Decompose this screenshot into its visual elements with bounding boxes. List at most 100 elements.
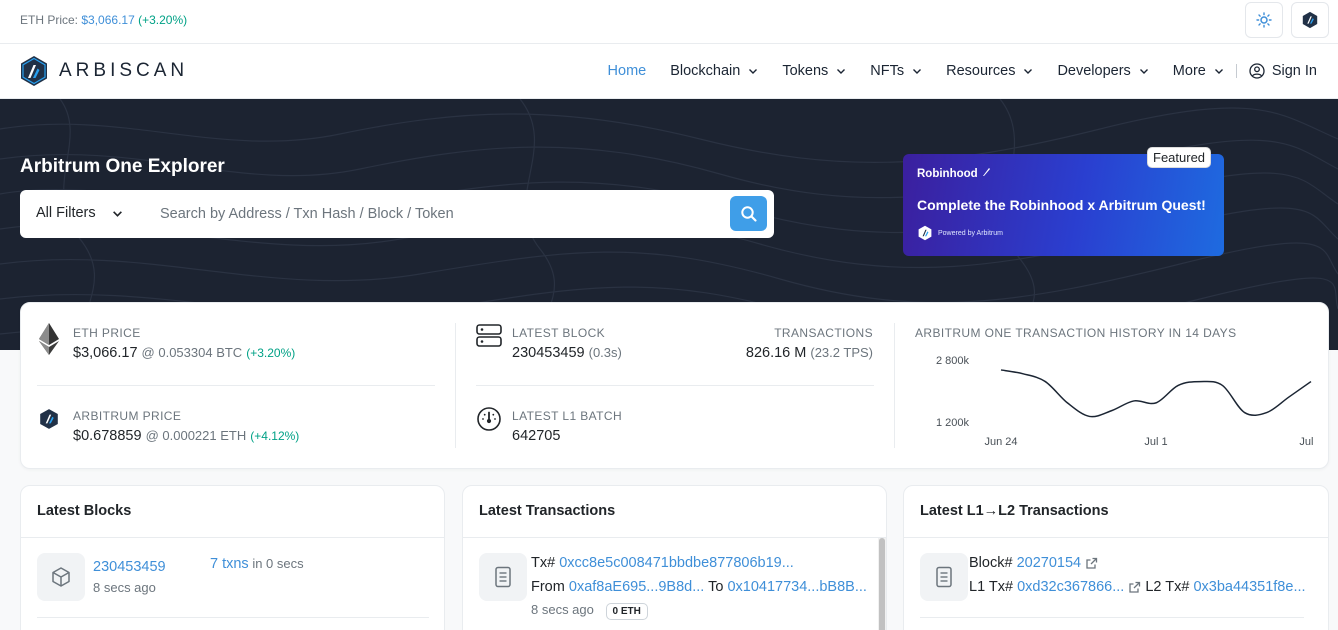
panel-title: Latest L1→L2 Transactions [920, 503, 1109, 519]
search-input[interactable] [160, 200, 720, 228]
network-stats-card: ETH PRICE $3,066.17 @ 0.053304 BTC (+3.2… [20, 302, 1329, 469]
tx-hash-link[interactable]: 0xcc8e5c008471bbdbe877806b19... [559, 555, 794, 571]
block-age: 8 secs ago [93, 580, 156, 595]
x-tick-label: Jul 8 [1299, 436, 1317, 448]
sign-in-label: Sign In [1271, 63, 1317, 79]
transactions-count[interactable]: 826.16 M [746, 345, 806, 361]
tx-from-link[interactable]: 0xaf8aE695...9B8d... [569, 579, 704, 595]
l1-batch-value[interactable]: 642705 [512, 428, 560, 444]
eth-price-ticker-value[interactable]: $3,066.17 [81, 13, 134, 27]
transaction-history-chart[interactable]: 2 800k 1 200k Jun 24 Jul 1 Jul 8 [909, 348, 1317, 448]
tx-to-link[interactable]: 0x10417734...bB8B... [727, 579, 866, 595]
arbitrum-logo-icon [918, 225, 932, 241]
eth-price-label: ETH PRICE [73, 326, 141, 340]
latest-block-number[interactable]: 230453459 [512, 345, 585, 361]
nav-divider [1235, 64, 1237, 78]
transaction-tile [479, 553, 527, 601]
featured-badge: Featured [1147, 147, 1212, 168]
user-circle-icon [1249, 63, 1265, 79]
divider [894, 323, 895, 448]
sign-in-link[interactable]: Sign In [1249, 63, 1317, 79]
search-button[interactable] [730, 196, 767, 231]
brand-wordmark: ARBISCAN [59, 60, 189, 81]
gauge-icon [477, 407, 501, 431]
chevron-down-icon [1024, 69, 1033, 74]
panel-title: Latest Blocks [37, 503, 132, 519]
document-icon [495, 566, 511, 588]
banner-brand-label: Robinhood [917, 168, 978, 180]
series-line[interactable] [1000, 369, 1312, 418]
eth-price-value: $3,066.17 @ 0.053304 BTC (+3.20%) [73, 345, 295, 361]
page-title: Arbitrum One Explorer [20, 156, 225, 177]
divider [904, 537, 1328, 538]
divider [37, 617, 429, 618]
main-navbar: ARBISCAN Home Blockchain Tokens NFTs Res… [0, 44, 1338, 99]
block-number-link[interactable]: 230453459 [93, 559, 166, 575]
banner-brand: Robinhood [917, 167, 991, 180]
l1l2-tile [920, 553, 968, 601]
divider [455, 323, 456, 448]
tx-from-label: From [531, 579, 565, 595]
latest-blocks-panel: Latest Blocks 230453459 8 secs ago 7 txn… [20, 485, 445, 630]
document-icon [936, 566, 952, 588]
arb-price-usd: $0.678859 [73, 428, 142, 444]
featured-banner[interactable]: Robinhood Complete the Robinhood x Arbit… [903, 154, 1224, 256]
nav-item-blockchain[interactable]: Blockchain [670, 63, 758, 79]
l1-tx-link[interactable]: 0xd32c367866... [1017, 579, 1124, 595]
transactions-value: 826.16 M (23.2 TPS) [746, 345, 873, 361]
transactions-tps: (23.2 TPS) [810, 345, 873, 360]
nav-item-developers[interactable]: Developers [1057, 63, 1148, 79]
l2-tx-link[interactable]: 0x3ba44351f8e... [1193, 579, 1305, 595]
y-tick-label: 2 800k [936, 355, 970, 367]
search-bar: All Filters [20, 190, 774, 238]
arbitrum-logo-icon [40, 409, 58, 429]
nav-item-label: More [1172, 63, 1206, 79]
scrollbar-thumb[interactable] [879, 538, 885, 630]
cube-icon [52, 567, 70, 587]
theme-toggle-button[interactable] [1245, 2, 1283, 38]
arbiscan-logo-icon [21, 56, 47, 86]
sun-icon [1256, 12, 1272, 28]
block-txns-link[interactable]: 7 txns [210, 556, 249, 572]
search-icon [740, 205, 757, 222]
scrollbar[interactable] [878, 538, 886, 630]
latest-block-label: LATEST BLOCK [512, 326, 606, 340]
feather-icon [982, 168, 990, 176]
l1l2-block-link[interactable]: 20270154 [1017, 555, 1082, 571]
network-switch-button[interactable] [1291, 2, 1329, 38]
external-link-icon[interactable] [1085, 557, 1098, 570]
nav-item-resources[interactable]: Resources [946, 63, 1033, 79]
search-filter-dropdown[interactable]: All Filters [36, 205, 123, 221]
l1l2-block-row: Block# 20270154 [969, 555, 1098, 571]
chevron-down-icon [1139, 69, 1148, 74]
chevron-down-icon [837, 69, 846, 74]
server-icon [476, 324, 502, 347]
eth-price-btc: @ 0.053304 BTC [141, 345, 243, 360]
y-tick-label: 1 200k [936, 417, 970, 429]
nav-item-tokens[interactable]: Tokens [782, 63, 846, 79]
chart-title: ARBITRUM ONE TRANSACTION HISTORY IN 14 D… [915, 326, 1237, 340]
eth-price-change: (+3.20%) [246, 346, 296, 360]
divider [21, 537, 444, 538]
latest-l1-l2-panel: Latest L1→L2 Transactions Block# 2027015… [903, 485, 1329, 630]
nav-item-home[interactable]: Home [608, 63, 647, 79]
x-tick-label: Jun 24 [984, 436, 1017, 448]
chevron-down-icon [913, 69, 922, 74]
arb-price-eth: @ 0.000221 ETH [145, 428, 247, 443]
external-link-icon[interactable] [1128, 581, 1141, 594]
nav-item-label: Blockchain [670, 63, 741, 79]
nav-item-more[interactable]: More [1173, 63, 1224, 79]
l1-batch-label: LATEST L1 BATCH [512, 409, 623, 423]
banner-headline: Complete the Robinhood x Arbitrum Quest! [917, 197, 1206, 213]
eth-price-ticker-label: ETH Price: [20, 13, 79, 27]
block-txns-suffix: in 0 secs [252, 556, 304, 571]
tx-from-to-row: From 0xaf8aE695...9B8d... To 0x10417734.… [531, 579, 867, 595]
chevron-down-icon [1214, 69, 1223, 74]
arb-price-change: (+4.12%) [250, 429, 300, 443]
nav-item-nfts[interactable]: NFTs [870, 63, 922, 79]
brand-logo[interactable]: ARBISCAN [19, 55, 188, 87]
chevron-down-icon [749, 69, 758, 74]
eth-price-usd[interactable]: $3,066.17 [73, 345, 138, 361]
arb-price-label: ARBITRUM PRICE [73, 409, 182, 423]
nav-item-label: Home [607, 63, 647, 79]
